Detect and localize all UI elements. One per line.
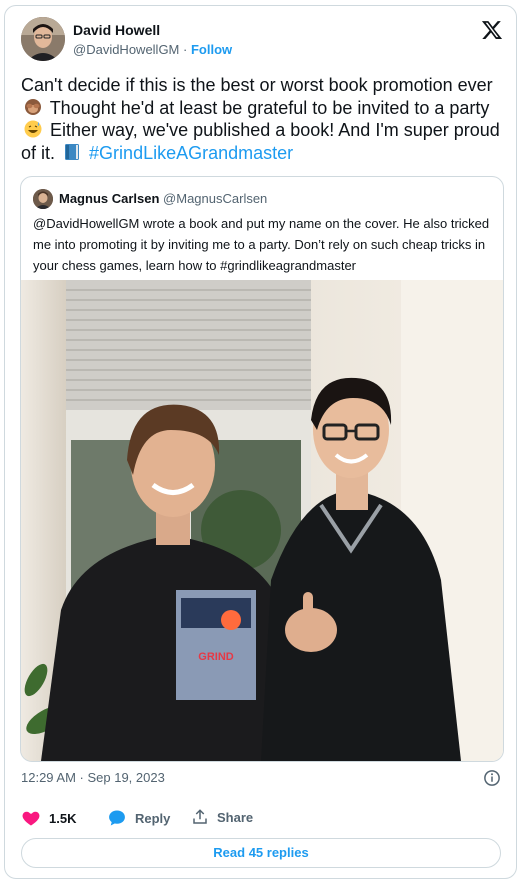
tweet-card: David Howell @DavidHowellGM · Follow Can… (4, 5, 517, 879)
quoted-author-name: Magnus Carlsen (59, 191, 160, 206)
see-no-evil-monkey-icon (23, 97, 43, 117)
quoted-tweet[interactable]: Magnus Carlsen @MagnusCarlsen @DavidHowe… (20, 176, 504, 762)
author-name[interactable]: David Howell (73, 22, 160, 38)
quoted-author: Magnus Carlsen @MagnusCarlsen (59, 191, 267, 206)
info-icon[interactable] (483, 769, 501, 787)
heart-icon (22, 811, 40, 826)
share-label: Share (217, 809, 254, 825)
grinning-sweat-icon (23, 119, 43, 139)
hashtag-link[interactable]: #GrindLikeAGrandmaster (89, 143, 293, 163)
x-logo-icon[interactable] (481, 19, 503, 41)
tweet-text-part1: Can't decide if this is the best or wors… (21, 75, 493, 95)
reply-button[interactable]: Reply (107, 808, 170, 828)
read-replies-button[interactable]: Read 45 replies (21, 838, 501, 868)
quoted-author-avatar (33, 189, 53, 209)
like-button[interactable]: 1.5K (21, 808, 76, 828)
author-handle[interactable]: @DavidHowellGM (73, 42, 179, 57)
reply-label: Reply (135, 810, 171, 826)
blue-book-icon (62, 142, 82, 162)
like-count: 1.5K (49, 810, 77, 826)
author-handle-row: @DavidHowellGM · Follow (73, 42, 232, 57)
quoted-author-handle: @MagnusCarlsen (163, 191, 268, 206)
share-button[interactable]: Share (191, 808, 253, 826)
share-icon (193, 809, 207, 824)
quoted-tweet-photo[interactable]: GRIND (21, 280, 503, 761)
action-bar: 1.5K Reply Share (21, 808, 501, 830)
tweet-text: Can't decide if this is the best or wors… (21, 74, 501, 164)
svg-text:GRIND: GRIND (198, 651, 234, 663)
tweet-text-part2: Thought he'd at least be grateful to be … (49, 97, 490, 118)
tweet-timestamp[interactable]: 12:29 AM · Sep 19, 2023 (21, 770, 165, 785)
quoted-tweet-text: @DavidHowellGM wrote a book and put my n… (33, 216, 490, 273)
follow-button[interactable]: Follow (191, 42, 232, 57)
reply-bubble-icon (109, 810, 125, 826)
separator-dot: · (183, 42, 188, 57)
author-avatar[interactable] (21, 17, 65, 61)
